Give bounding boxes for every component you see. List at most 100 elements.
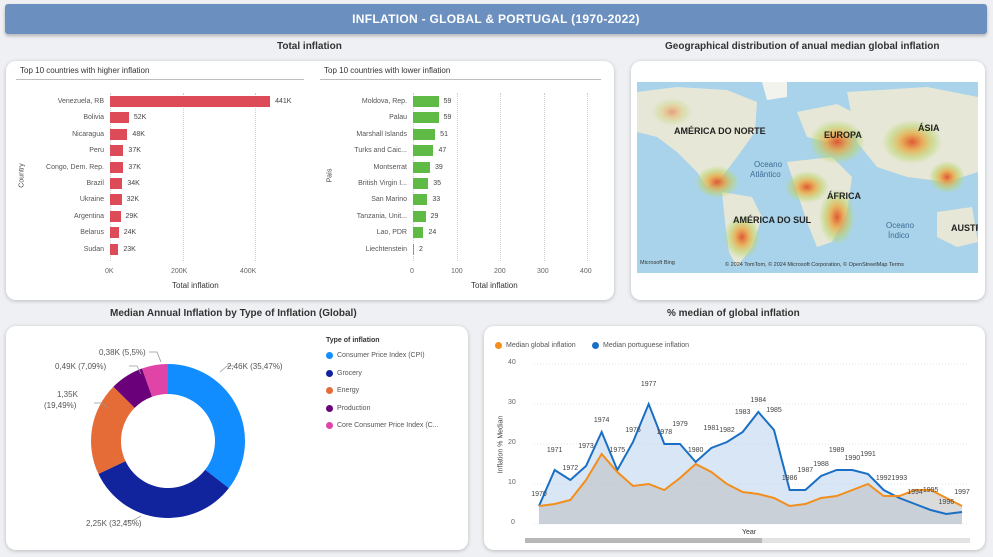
year-data-label: 1975	[610, 447, 626, 454]
donut-legend-dot	[326, 422, 333, 429]
lower-x-axis-title: Total inflation	[471, 281, 518, 290]
donut-legend-title: Type of inflation	[326, 337, 380, 344]
year-data-label: 1976	[625, 427, 641, 434]
higher-category-label: Brazil	[86, 180, 104, 187]
label-indian-1: Oceano	[886, 221, 915, 230]
year-data-label: 1978	[657, 429, 673, 436]
lower-category-label: Montserrat	[373, 163, 407, 171]
lower-value-label: 51	[440, 130, 448, 138]
lower-inflation-subtitle: Top 10 countries with lower inflation	[324, 66, 451, 75]
higher-bar	[110, 112, 129, 124]
higher-category-label: Argentina	[74, 212, 104, 220]
lower-bar	[413, 96, 439, 107]
lower-category-label: Moldova, Rep.	[361, 98, 407, 105]
lower-category-label: Palau	[389, 114, 407, 122]
line-title: % median of global inflation	[667, 308, 800, 319]
higher-bar	[110, 194, 122, 206]
donut-slice-consumer-price-index-cpi[interactable]	[168, 364, 245, 489]
label-indian-2: Índico	[888, 231, 910, 240]
higher-subtitle-rule	[16, 79, 304, 80]
higher-value-label: 37K	[128, 147, 141, 155]
lower-x-tick-0: 0	[410, 268, 414, 275]
line-y-tick-30: 30	[508, 399, 516, 406]
donut-label-cpi: 2,46K (35,47%)	[227, 362, 283, 371]
higher-value-label: 37K	[128, 163, 141, 171]
higher-category-label: Belarus	[80, 229, 104, 237]
year-data-label: 1985	[766, 407, 782, 414]
world-heatmap[interactable]: AMÉRICA DO NORTE EUROPA ÁSIA Oceano Atlâ…	[637, 82, 978, 273]
donut-leader-line	[149, 351, 162, 363]
lower-value-label: 59	[443, 114, 452, 122]
donut-legend-dot	[326, 369, 333, 377]
donut-legend-dot	[326, 404, 333, 412]
lower-category-label: Liechtenstein	[365, 245, 407, 253]
lower-bar	[413, 210, 426, 222]
lower-category-label: British Virgin I...	[358, 180, 407, 187]
year-data-label: 1974	[594, 417, 610, 424]
higher-inflation-subtitle: Top 10 countries with higher inflation	[20, 66, 150, 75]
lower-value-label: 39	[434, 163, 443, 171]
donut-legend-item[interactable]: Core Consumer Price Index (C...	[326, 422, 439, 429]
higher-x-tick-0: 0K	[105, 268, 114, 275]
lower-x-tick-3: 300	[537, 268, 549, 275]
map-attribution[interactable]: © 2024 TomTom, © 2024 Microsoft Corporat…	[725, 262, 904, 268]
higher-bar	[110, 128, 128, 140]
donut-legend-item[interactable]: Consumer Price Index (CPI)	[326, 352, 425, 359]
year-data-label: 1987	[798, 467, 814, 474]
lower-bar	[413, 145, 434, 157]
label-europe: EUROPA	[824, 130, 862, 140]
year-data-label: 1996	[939, 499, 955, 506]
label-north-america: AMÉRICA DO NORTE	[674, 126, 766, 136]
label-asia: ÁSIA	[918, 123, 940, 133]
higher-gridline-2	[255, 93, 257, 261]
lower-bar	[413, 161, 430, 173]
higher-category-label: Ukraine	[79, 196, 104, 204]
donut-legend-item[interactable]: Energy	[326, 387, 359, 394]
year-data-label: 1973	[578, 443, 594, 450]
donut-label-production: 0,49K (7,09%)	[55, 362, 107, 371]
lower-bar	[413, 112, 439, 124]
higher-x-tick-1: 200K	[171, 268, 188, 275]
label-south-america: AMÉRICA DO SUL	[733, 215, 812, 225]
higher-bar	[110, 227, 119, 239]
label-africa: ÁFRICA	[827, 191, 861, 201]
lower-y-axis-title: País	[326, 168, 334, 183]
higher-bar	[110, 96, 271, 107]
year-data-label: 1990	[845, 455, 861, 462]
donut-legend-label: Production	[337, 404, 371, 412]
lower-category-label: Tanzania, Unit...	[356, 212, 407, 220]
label-atlantic-1: Oceano	[754, 160, 783, 169]
donut-legend-item[interactable]: Production	[326, 404, 371, 412]
higher-category-label: Peru	[89, 147, 104, 155]
higher-bar	[110, 178, 123, 189]
higher-category-label: Congo, Dem. Rep.	[46, 163, 104, 171]
higher-x-tick-2: 400K	[240, 268, 257, 275]
donut-chart	[91, 351, 245, 522]
line-scrollbar-track[interactable]	[525, 538, 970, 543]
year-data-label: 1991	[860, 451, 876, 458]
year-data-label: 1982	[719, 427, 735, 434]
donut-legend-label: Core Consumer Price Index (C...	[337, 422, 439, 429]
higher-x-axis-title: Total inflation	[172, 281, 219, 290]
higher-category-label: Sudan	[83, 245, 104, 253]
heatmap-svg	[637, 82, 978, 273]
lower-bar	[413, 227, 424, 239]
donut-title: Median Annual Inflation by Type of Infla…	[110, 308, 357, 319]
higher-bar	[110, 210, 121, 222]
lower-bar	[413, 128, 436, 140]
donut-legend-label: Grocery	[337, 369, 362, 377]
lower-gridline-4	[587, 93, 588, 261]
year-data-label: 1972	[563, 465, 579, 472]
lower-category-label: San Marino	[371, 196, 407, 204]
year-data-label: 1989	[829, 447, 845, 454]
donut-label-grocery: 2,25K (32,45%)	[86, 519, 142, 528]
higher-value-label: 34K	[127, 180, 140, 187]
donut-legend-label: Energy	[337, 387, 360, 394]
line-x-axis-title: Year	[742, 529, 757, 536]
donut-legend-item[interactable]: Grocery	[326, 369, 362, 377]
higher-value-label: 48K	[132, 130, 145, 138]
year-data-label: 1988	[813, 461, 829, 468]
year-data-label: 1983	[735, 409, 751, 416]
line-scrollbar-thumb[interactable]	[525, 538, 762, 543]
lower-bar	[413, 178, 429, 189]
